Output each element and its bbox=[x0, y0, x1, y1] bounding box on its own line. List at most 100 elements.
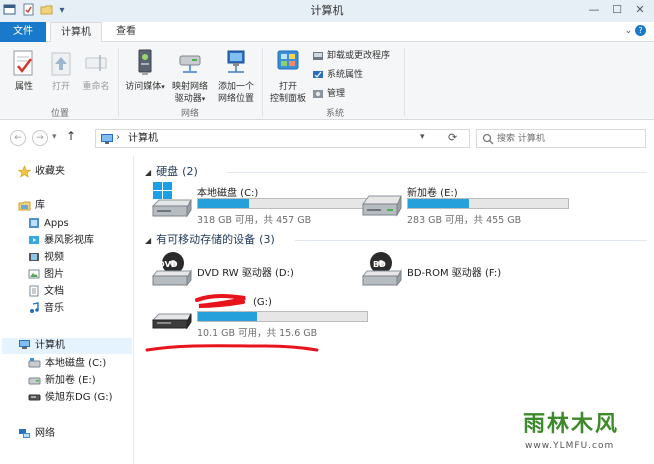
navigation-pane: 收藏夹 库 Apps 暴风影视库 视频 图片 文档 音乐 计算机 本地磁盘 (C… bbox=[0, 156, 134, 464]
section-hard-disks[interactable]: ◢ 硬盘 (2) bbox=[145, 163, 198, 179]
section-count: (2) bbox=[182, 165, 198, 178]
nav-library-documents[interactable]: 文档 bbox=[28, 284, 64, 300]
uninstall-program-button[interactable]: 卸载或更改程序 bbox=[312, 48, 390, 64]
breadcrumb-computer[interactable]: 计算机 bbox=[128, 132, 158, 146]
nav-network-label: 网络 bbox=[35, 428, 55, 439]
tab-view[interactable]: 查看 bbox=[106, 22, 146, 43]
nav-library-apps[interactable]: Apps bbox=[28, 216, 69, 232]
manage-label: 管理 bbox=[327, 89, 346, 99]
network-drive-icon bbox=[179, 55, 201, 73]
local-disk-windows-icon bbox=[151, 182, 192, 218]
nav-drive-g[interactable]: 侯旭东DG (G:) bbox=[28, 390, 113, 406]
search-input[interactable]: 搜索 计算机 bbox=[476, 129, 646, 148]
rename-icon bbox=[85, 55, 107, 71]
music-icon bbox=[30, 302, 39, 313]
section-removable-devices[interactable]: ◢ 有可移动存储的设备 (3) bbox=[145, 231, 275, 247]
nav-library-apps-label: Apps bbox=[44, 218, 69, 229]
network-location-icon bbox=[227, 50, 245, 73]
nav-library-videos[interactable]: 视频 bbox=[28, 250, 64, 266]
control-panel-label-line1: 打开 bbox=[278, 82, 297, 92]
svg-text:DVD: DVD bbox=[158, 260, 178, 269]
drive-c-name: 本地磁盘 (C:) bbox=[197, 188, 259, 199]
address-dropdown-icon[interactable]: ▾ bbox=[420, 132, 425, 142]
breadcrumb-separator-icon[interactable]: › bbox=[116, 132, 120, 143]
red-scribble-annotation bbox=[145, 294, 319, 352]
star-icon bbox=[18, 164, 31, 178]
tab-computer[interactable]: 计算机 bbox=[50, 22, 102, 43]
watermark-text: 雨林木风 bbox=[523, 411, 620, 437]
drive-e-space: 283 GB 可用，共 455 GB bbox=[407, 215, 522, 226]
ribbon-expand-icon[interactable]: ⌄ ? bbox=[625, 25, 646, 36]
drive-c-space: 318 GB 可用，共 457 GB bbox=[197, 215, 312, 226]
nav-libraries-label: 库 bbox=[35, 200, 45, 211]
film-icon bbox=[29, 253, 39, 261]
picture-icon bbox=[28, 269, 40, 279]
section-count: (3) bbox=[259, 233, 275, 246]
system-properties-button[interactable]: 系统属性 bbox=[312, 67, 363, 83]
nav-computer[interactable]: 计算机 bbox=[2, 338, 132, 354]
drive-item-c[interactable]: 本地磁盘 (C:) 318 GB 可用，共 457 GB bbox=[149, 182, 368, 226]
library-icon bbox=[18, 201, 31, 210]
nav-library-pictures[interactable]: 图片 bbox=[28, 267, 64, 283]
nav-favorites-label: 收藏夹 bbox=[35, 166, 65, 177]
maximize-button[interactable]: ☐ bbox=[606, 1, 628, 19]
drive-d-name: DVD RW 驱动器 (D:) bbox=[197, 268, 294, 279]
drive-e-usage-fill bbox=[408, 199, 469, 208]
explorer-window: ▾ 计算机 — ☐ ✕ 文件 计算机 查看 ⌄ ? 属性 打开 重命名 位置 访… bbox=[0, 0, 654, 464]
watermark-url: www.YLMFU.com bbox=[525, 441, 615, 451]
network-icon bbox=[19, 428, 30, 438]
drive-item-e[interactable]: 新加卷 (E:) 283 GB 可用，共 455 GB bbox=[359, 182, 569, 226]
control-panel-label-line2: 控制面板 bbox=[269, 94, 306, 104]
group-label-location: 位置 bbox=[50, 109, 69, 119]
nav-library-music-label: 音乐 bbox=[44, 303, 64, 314]
minimize-button[interactable]: — bbox=[583, 1, 605, 19]
add-network-location-button[interactable]: 添加一个 网络位置 bbox=[212, 48, 260, 105]
ribbon-tabs: 文件 计算机 查看 ⌄ ? bbox=[0, 22, 654, 43]
control-panel-icon bbox=[277, 50, 299, 70]
drive-c-usage-fill bbox=[198, 199, 249, 208]
nav-favorites[interactable]: 收藏夹 bbox=[18, 164, 65, 180]
manage-button[interactable]: 管理 bbox=[312, 86, 345, 102]
properties-icon bbox=[13, 50, 33, 76]
drive-f-name: BD-ROM 驱动器 (F:) bbox=[407, 268, 502, 279]
dvd-drive-icon: DVD bbox=[152, 252, 192, 287]
access-media-button[interactable]: 访问媒体▾ bbox=[122, 48, 168, 93]
nav-drive-c[interactable]: 本地磁盘 (C:) bbox=[28, 356, 106, 372]
nav-library-pictures-label: 图片 bbox=[44, 269, 64, 280]
drive-item-f[interactable]: BD BD-ROM 驱动器 (F:) bbox=[359, 250, 569, 292]
address-bar[interactable]: › 计算机 ▾ ⟳ bbox=[95, 129, 470, 148]
system-properties-label: 系统属性 bbox=[327, 70, 364, 80]
collapse-chevron-icon[interactable]: ◢ bbox=[145, 168, 151, 177]
computer-icon bbox=[19, 340, 30, 349]
map-drive-dropdown-icon: ▾ bbox=[201, 95, 206, 103]
computer-icon bbox=[101, 134, 113, 144]
nav-library-videos-label: 视频 bbox=[44, 252, 64, 263]
close-button[interactable]: ✕ bbox=[629, 1, 651, 19]
properties-button[interactable]: 属性 bbox=[6, 48, 42, 93]
address-row: ← → ▾ ↑ › 计算机 ▾ ⟳ 搜索 计算机 bbox=[0, 120, 654, 156]
drive-e-name: 新加卷 (E:) bbox=[407, 188, 458, 199]
forward-button[interactable]: → bbox=[32, 130, 48, 146]
group-separator bbox=[404, 48, 405, 116]
up-button[interactable]: ↑ bbox=[66, 129, 76, 143]
back-button[interactable]: ← bbox=[10, 130, 26, 146]
map-network-drive-button[interactable]: 映射网络 驱动器▾ bbox=[168, 48, 212, 105]
nav-libraries[interactable]: 库 bbox=[18, 198, 45, 214]
apps-icon bbox=[29, 218, 39, 228]
recent-locations-dropdown-icon[interactable]: ▾ bbox=[52, 132, 57, 142]
watermark-logo: 雨林木风 www.YLMFU.com bbox=[517, 398, 652, 462]
refresh-button[interactable]: ⟳ bbox=[448, 131, 457, 144]
nav-library-baofeng[interactable]: 暴风影视库 bbox=[28, 233, 94, 249]
nav-drive-e[interactable]: 新加卷 (E:) bbox=[28, 373, 96, 389]
group-label-system: 系统 bbox=[325, 109, 344, 119]
collapse-chevron-icon[interactable]: ◢ bbox=[145, 236, 151, 245]
open-button[interactable]: 打开 bbox=[44, 48, 78, 93]
nav-library-music[interactable]: 音乐 bbox=[28, 301, 64, 317]
help-icon[interactable]: ? bbox=[635, 25, 646, 36]
usb-drive-icon bbox=[28, 394, 41, 401]
nav-network[interactable]: 网络 bbox=[18, 426, 55, 442]
tab-file[interactable]: 文件 bbox=[0, 22, 46, 42]
rename-button[interactable]: 重命名 bbox=[78, 48, 114, 93]
open-control-panel-button[interactable]: 打开 控制面板 bbox=[266, 48, 310, 105]
nav-drive-c-label: 本地磁盘 (C:) bbox=[45, 358, 107, 369]
